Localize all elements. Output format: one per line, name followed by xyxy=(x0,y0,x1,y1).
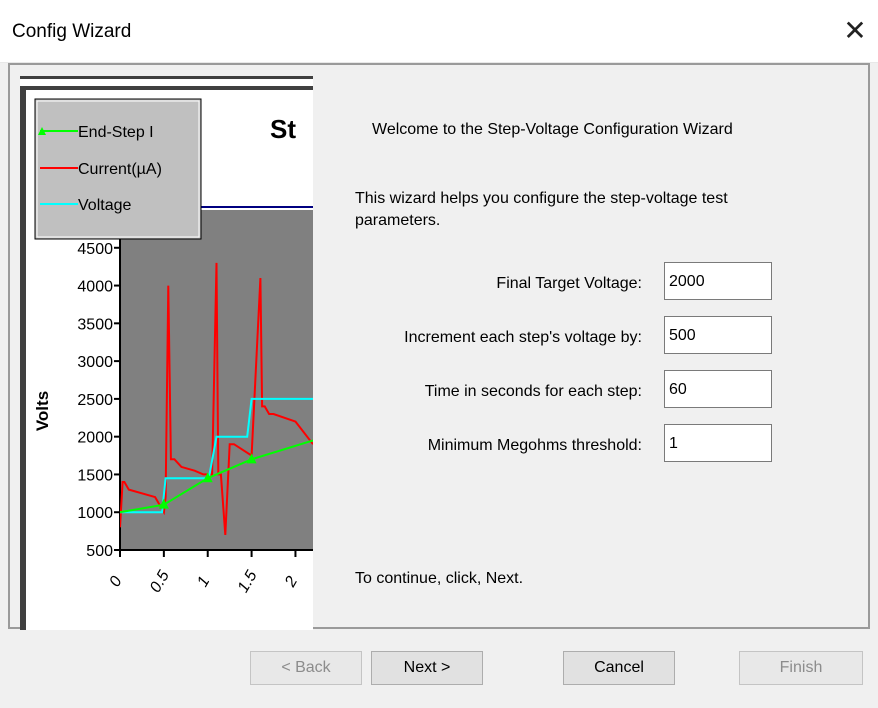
x-tick-label: 1.5 xyxy=(235,568,261,596)
megohms-threshold-input[interactable] xyxy=(664,424,772,462)
window-title: Config Wizard xyxy=(12,21,132,42)
y-tick-label: 3500 xyxy=(77,316,113,333)
next-button[interactable]: Next > xyxy=(371,651,483,685)
y-tick-label: 500 xyxy=(86,543,113,560)
close-icon[interactable]: ✕ xyxy=(838,14,872,48)
megohms-threshold-label: Minimum Megohms threshold: xyxy=(427,437,642,454)
step-time-input[interactable] xyxy=(664,370,772,408)
final-target-voltage-label: Final Target Voltage: xyxy=(496,275,642,292)
continue-instructions: To continue, click, Next. xyxy=(355,570,524,587)
finish-button[interactable]: Finish xyxy=(739,651,863,685)
step-increment-label: Increment each step's voltage by: xyxy=(404,329,642,346)
description-line-1: This wizard helps you configure the step… xyxy=(355,190,728,207)
legend-label-current: Current(µA) xyxy=(78,161,162,178)
y-tick-label: 4000 xyxy=(77,279,113,296)
x-tick-label: 0 xyxy=(107,574,126,590)
y-tick-label: 2500 xyxy=(77,392,113,409)
x-tick-label: 2 xyxy=(281,574,301,591)
chart-legend: End-Step I Current(µA) Voltage xyxy=(34,98,202,240)
y-tick-label: 3000 xyxy=(77,354,113,371)
chart-left-bar xyxy=(20,90,26,630)
step-increment-input[interactable] xyxy=(664,316,772,354)
legend-label-voltage: Voltage xyxy=(78,197,131,214)
title-bar: Config Wizard ✕ xyxy=(0,0,878,63)
y-tick-label: 2000 xyxy=(77,430,113,447)
final-target-voltage-input[interactable] xyxy=(664,262,772,300)
x-tick-label: 0.5 xyxy=(147,568,173,596)
y-tick-label: 1500 xyxy=(77,467,113,484)
x-ticks: 0 0.5 1 1.5 2 xyxy=(107,550,301,596)
legend-label-endstep: End-Step I xyxy=(78,124,154,141)
y-ticks: 300045004000350030002500200015001000500 xyxy=(77,203,120,560)
welcome-heading: Welcome to the Step-Voltage Configuratio… xyxy=(372,121,733,138)
step-voltage-chart: 300045004000350030002500200015001000500 … xyxy=(20,76,313,630)
y-tick-label: 1000 xyxy=(77,505,113,522)
x-tick-label: 1 xyxy=(194,574,213,590)
step-time-label: Time in seconds for each step: xyxy=(424,383,642,400)
y-axis-label: Volts xyxy=(33,391,52,431)
chart-panel: 300045004000350030002500200015001000500 … xyxy=(20,76,313,630)
chart-top-bar xyxy=(20,76,313,79)
back-button[interactable]: < Back xyxy=(250,651,362,685)
chart-top-bar-2 xyxy=(20,86,313,90)
description-line-2: parameters. xyxy=(355,212,441,229)
chart-title: St xyxy=(270,114,296,144)
y-tick-label: 4500 xyxy=(77,241,113,258)
cancel-button[interactable]: Cancel xyxy=(563,651,675,685)
